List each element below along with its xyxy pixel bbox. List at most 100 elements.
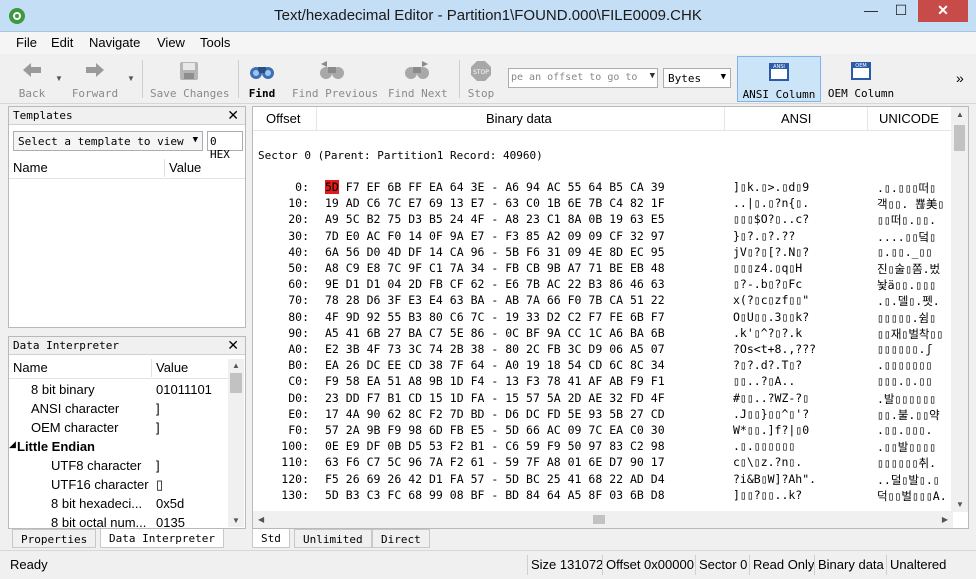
hex-row-bytes[interactable]: F9 58 EA 51 A8 9B 1D F4 - 13 F3 78 41 AF… bbox=[325, 374, 665, 388]
hex-byte[interactable]: EA bbox=[609, 423, 623, 437]
hex-row-unicode[interactable]: 놫ä▯▯.▯▯▯ bbox=[877, 277, 936, 293]
forward-dropdown-icon[interactable]: ▼ bbox=[127, 74, 135, 83]
hex-byte[interactable]: D0 bbox=[367, 245, 381, 259]
hex-byte[interactable]: 38 bbox=[471, 342, 485, 356]
hex-byte[interactable]: C9 bbox=[346, 261, 360, 275]
hex-byte[interactable]: BD bbox=[505, 488, 519, 502]
hex-byte[interactable]: 27 bbox=[630, 407, 644, 421]
hex-byte[interactable]: 6D bbox=[429, 423, 443, 437]
hex-byte[interactable]: FB bbox=[450, 423, 464, 437]
hex-byte[interactable]: 90 bbox=[367, 407, 381, 421]
hex-byte[interactable]: A8 bbox=[325, 261, 339, 275]
hex-byte[interactable]: B3 bbox=[346, 488, 360, 502]
hex-byte[interactable]: 41 bbox=[568, 374, 582, 388]
hex-byte[interactable]: 94 bbox=[526, 180, 540, 194]
hex-byte[interactable]: 0E bbox=[325, 439, 339, 453]
hex-row-bytes[interactable]: 23 DD F7 B1 CD 15 1D FA - 15 57 5A 2D AE… bbox=[325, 391, 665, 405]
hex-byte[interactable]: 7D bbox=[450, 407, 464, 421]
hex-byte[interactable]: 23 bbox=[526, 212, 540, 226]
hex-byte[interactable]: 55 bbox=[387, 310, 401, 324]
hex-byte[interactable]: 82 bbox=[630, 196, 644, 210]
tab-std[interactable]: Std bbox=[252, 529, 290, 548]
hex-byte[interactable]: 66 bbox=[547, 293, 561, 307]
hex-byte[interactable]: C2 bbox=[630, 439, 644, 453]
unit-select[interactable]: Bytes ▼ bbox=[663, 68, 731, 88]
hex-row-ansi[interactable]: ?▯?.d?.T▯? bbox=[733, 358, 802, 372]
hex-byte[interactable]: D9 bbox=[588, 342, 602, 356]
hex-byte[interactable]: A2 bbox=[547, 229, 561, 243]
hex-byte[interactable]: A0 bbox=[505, 358, 519, 372]
hex-byte[interactable]: CD bbox=[651, 407, 665, 421]
hex-byte[interactable]: 6B bbox=[367, 326, 381, 340]
hex-byte[interactable]: C1 bbox=[547, 212, 561, 226]
hex-row-ansi[interactable]: O▯U▯▯.3▯▯k? bbox=[733, 310, 809, 324]
hex-byte[interactable]: AD bbox=[630, 472, 644, 486]
hex-byte[interactable]: A8 bbox=[408, 374, 422, 388]
hex-byte[interactable]: C6 bbox=[505, 439, 519, 453]
hex-byte[interactable]: 3B bbox=[346, 342, 360, 356]
find-next-button[interactable]: Find Next bbox=[388, 58, 448, 102]
hex-byte[interactable]: 7C bbox=[588, 423, 602, 437]
hex-byte[interactable]: BF bbox=[471, 488, 485, 502]
hex-byte[interactable]: 64 bbox=[547, 488, 561, 502]
hex-row-unicode[interactable]: .▯.델▯.펫. bbox=[877, 293, 940, 309]
stop-button[interactable]: STOP Stop bbox=[466, 58, 496, 102]
hex-byte[interactable]: 5C bbox=[346, 212, 360, 226]
hex-byte[interactable]: 71 bbox=[588, 261, 602, 275]
hex-byte[interactable]: F5 bbox=[325, 472, 339, 486]
hex-byte[interactable]: F0 bbox=[568, 293, 582, 307]
hex-byte[interactable]: 26 bbox=[346, 472, 360, 486]
hex-byte[interactable]: D1 bbox=[367, 277, 381, 291]
hex-byte[interactable]: 7A bbox=[450, 261, 464, 275]
menu-edit[interactable]: Edit bbox=[51, 35, 73, 50]
hex-byte[interactable]: 4F bbox=[471, 212, 485, 226]
hex-row-unicode[interactable]: ▯▯재▯벌착▯▯ bbox=[877, 326, 943, 342]
hex-byte[interactable]: 7F bbox=[526, 455, 540, 469]
hex-byte[interactable]: C3 bbox=[367, 488, 381, 502]
hex-byte[interactable]: 3C bbox=[568, 342, 582, 356]
hex-byte[interactable]: DC bbox=[526, 407, 540, 421]
hex-byte[interactable]: 73 bbox=[387, 342, 401, 356]
hex-byte[interactable]: 9A bbox=[450, 229, 464, 243]
hex-row-bytes[interactable]: 78 28 D6 3F E3 E4 63 BA - AB 7A 66 F0 7B… bbox=[325, 293, 665, 307]
hex-byte[interactable]: D2 bbox=[547, 310, 561, 324]
hex-row-bytes[interactable]: 4F 9D 92 55 B3 80 C6 7C - 19 33 D2 C2 F7… bbox=[325, 310, 665, 324]
hex-byte[interactable]: 5C bbox=[387, 455, 401, 469]
hex-byte[interactable]: 2B bbox=[450, 342, 464, 356]
di-row[interactable]: UTF16 character ▯ bbox=[9, 475, 229, 494]
column-divider[interactable] bbox=[151, 359, 152, 377]
hex-byte[interactable]: 6B bbox=[387, 180, 401, 194]
hex-byte[interactable]: A5 bbox=[325, 326, 339, 340]
hex-view[interactable]: Offset Binary data ANSI UNICODE Sector 0… bbox=[252, 106, 969, 529]
hex-row-unicode[interactable]: ..덜▯발▯.▯ bbox=[877, 472, 940, 488]
hex-byte[interactable]: F1 bbox=[651, 374, 665, 388]
hex-byte[interactable]: 06 bbox=[609, 342, 623, 356]
forward-button[interactable]: Forward bbox=[70, 58, 120, 102]
hex-byte[interactable]: A7 bbox=[568, 261, 582, 275]
hex-byte[interactable]: 50 bbox=[568, 439, 582, 453]
hex-byte[interactable]: A9 bbox=[325, 212, 339, 226]
di-row[interactable]: UTF8 character] bbox=[9, 456, 229, 475]
hex-byte[interactable]: 22 bbox=[568, 277, 582, 291]
hex-byte[interactable]: 99 bbox=[429, 488, 443, 502]
hex-byte[interactable]: 7C bbox=[471, 310, 485, 324]
hex-row-ansi[interactable]: ▯?-.b▯?▯Fc bbox=[733, 277, 802, 291]
maximize-button[interactable]: ☐ bbox=[886, 0, 916, 22]
hex-byte[interactable]: D8 bbox=[651, 488, 665, 502]
templates-col-name[interactable]: Name bbox=[13, 160, 48, 175]
hex-byte[interactable]: 64 bbox=[450, 180, 464, 194]
hex-byte[interactable]: 6E bbox=[588, 455, 602, 469]
hex-byte[interactable]: B5 bbox=[609, 180, 623, 194]
hex-row-unicode[interactable]: ▯▯▯▯▯▯취. bbox=[877, 455, 936, 471]
scroll-up-icon[interactable]: ▲ bbox=[956, 110, 964, 119]
hex-byte[interactable]: 34 bbox=[471, 261, 485, 275]
hex-byte[interactable]: AC bbox=[547, 423, 561, 437]
hex-byte[interactable]: A6 bbox=[609, 326, 623, 340]
hex-byte[interactable]: FB bbox=[429, 277, 443, 291]
hex-byte[interactable]: E5 bbox=[651, 212, 665, 226]
hex-byte[interactable]: 57 bbox=[325, 423, 339, 437]
hex-row-ansi[interactable]: #▯▯..?WZ-?▯ bbox=[733, 391, 809, 405]
hex-byte[interactable]: DC bbox=[367, 358, 381, 372]
hex-row-unicode[interactable]: .▯▯▯▯▯▯▯ bbox=[877, 358, 932, 372]
scroll-up-icon[interactable]: ▲ bbox=[232, 361, 240, 370]
